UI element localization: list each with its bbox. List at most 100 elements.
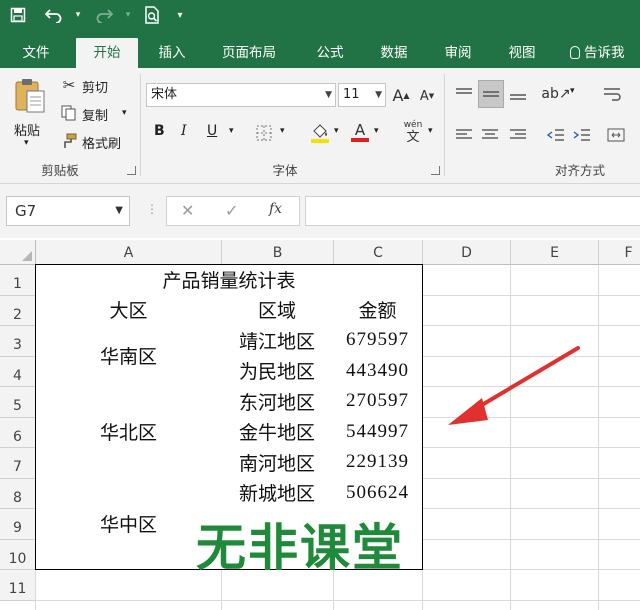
wrap-text-icon[interactable]: [600, 82, 624, 106]
fill-color-icon[interactable]: [310, 122, 330, 144]
cut-icon[interactable]: ✂: [60, 76, 78, 94]
tab-page-layout[interactable]: 页面布局: [208, 38, 290, 68]
column-header[interactable]: D: [423, 240, 511, 265]
font-color-icon[interactable]: A: [350, 120, 370, 144]
tab-review[interactable]: 审阅: [430, 38, 486, 68]
underline-button[interactable]: U: [207, 123, 217, 139]
orientation-icon[interactable]: ab↗: [541, 82, 570, 106]
tab-view[interactable]: 视图: [494, 38, 550, 68]
header-cell-area[interactable]: 区域: [221, 294, 334, 326]
row-header[interactable]: 1: [0, 265, 36, 296]
select-all-corner[interactable]: [0, 240, 36, 265]
undo-icon[interactable]: [42, 4, 66, 26]
column-header[interactable]: B: [222, 240, 334, 265]
area-cell[interactable]: 金牛地区: [221, 416, 334, 448]
row-header[interactable]: 11: [0, 570, 36, 601]
paste-icon[interactable]: [12, 76, 48, 116]
row-header[interactable]: 10: [0, 539, 36, 570]
amount-cell[interactable]: 270597: [333, 386, 423, 418]
row-header[interactable]: 2: [0, 295, 36, 326]
underline-dropdown-icon[interactable]: ▾: [229, 126, 234, 136]
formula-bar-grip[interactable]: ⋮: [146, 202, 158, 216]
align-bottom-icon[interactable]: [506, 82, 530, 106]
font-name-select[interactable]: 宋体 ▼: [146, 83, 336, 107]
save-icon[interactable]: [6, 4, 30, 26]
row-header[interactable]: 6: [0, 417, 36, 448]
align-top-icon[interactable]: [452, 82, 476, 106]
orientation-dropdown-icon[interactable]: ▾: [570, 86, 575, 96]
area-cell[interactable]: 靖江地区: [221, 325, 334, 357]
cut-button[interactable]: 剪切: [82, 77, 108, 96]
tab-formulas[interactable]: 公式: [302, 38, 358, 68]
tab-file[interactable]: 文件: [8, 38, 64, 68]
name-box[interactable]: G7 ▼: [6, 196, 130, 226]
amount-cell[interactable]: 229139: [333, 447, 423, 479]
column-header[interactable]: A: [36, 240, 222, 265]
amount-cell[interactable]: 506624: [333, 477, 423, 509]
header-cell-region[interactable]: 大区: [35, 294, 222, 326]
tab-insert[interactable]: 插入: [144, 38, 200, 68]
bold-button[interactable]: B: [154, 123, 165, 139]
amount-cell[interactable]: 443490: [333, 355, 423, 387]
alignment-group-label: 对齐方式: [554, 163, 605, 178]
cancel-icon[interactable]: ✕: [181, 201, 194, 220]
row-header[interactable]: 9: [0, 509, 36, 540]
copy-button[interactable]: 复制: [82, 105, 108, 124]
row-header[interactable]: 4: [0, 356, 36, 387]
font-launcher-icon[interactable]: [431, 166, 440, 175]
copy-dropdown-icon[interactable]: ▾: [122, 108, 127, 118]
clipboard-launcher-icon[interactable]: [127, 166, 136, 175]
phonetic-dropdown-icon[interactable]: ▾: [428, 126, 433, 136]
region-cell[interactable]: 华南区: [35, 325, 222, 387]
phonetic-guide-icon[interactable]: wén 文: [400, 118, 426, 148]
borders-dropdown-icon[interactable]: ▾: [280, 126, 285, 136]
column-header[interactable]: C: [334, 240, 423, 265]
font-color-dropdown-icon[interactable]: ▾: [374, 126, 379, 136]
header-cell-amount[interactable]: 金额: [333, 294, 423, 326]
grow-font-icon[interactable]: A ▲: [392, 84, 410, 106]
row-header[interactable]: 3: [0, 326, 36, 357]
copy-icon[interactable]: [60, 104, 78, 122]
increase-indent-icon[interactable]: [570, 124, 594, 146]
align-left-icon[interactable]: [452, 124, 476, 146]
print-preview-icon[interactable]: [140, 4, 164, 26]
column-header[interactable]: F: [599, 240, 640, 265]
borders-icon[interactable]: [255, 124, 273, 142]
enter-icon[interactable]: ✓: [225, 201, 238, 220]
table-title-cell[interactable]: 产品销量统计表: [35, 264, 423, 296]
redo-dropdown-icon[interactable]: ▾: [116, 4, 140, 26]
fill-color-dropdown-icon[interactable]: ▾: [334, 126, 339, 136]
align-right-icon[interactable]: [506, 124, 530, 146]
align-center-icon[interactable]: [478, 124, 502, 146]
row-header[interactable]: 5: [0, 387, 36, 418]
paste-dropdown-icon[interactable]: ▾: [24, 138, 29, 148]
amount-cell[interactable]: 679597: [333, 325, 423, 357]
shrink-font-icon[interactable]: A ▼: [418, 86, 436, 106]
undo-dropdown-icon[interactable]: ▾: [66, 4, 90, 26]
tell-me[interactable]: 告诉我: [570, 38, 640, 68]
font-size-select[interactable]: 11 ▼: [338, 83, 386, 107]
tab-data[interactable]: 数据: [366, 38, 422, 68]
format-painter-button[interactable]: 格式刷: [82, 133, 121, 152]
row-header[interactable]: 8: [0, 478, 36, 509]
decrease-indent-icon[interactable]: [544, 124, 568, 146]
column-header[interactable]: E: [511, 240, 599, 265]
customize-icon[interactable]: ▾: [168, 4, 192, 26]
region-cell[interactable]: 华北区: [35, 386, 222, 479]
paste-label[interactable]: 粘贴: [14, 120, 40, 139]
row-header[interactable]: 7: [0, 448, 36, 479]
region-cell[interactable]: 华中区: [35, 477, 222, 570]
area-cell[interactable]: 南河地区: [221, 447, 334, 479]
area-cell[interactable]: 东河地区: [221, 386, 334, 418]
merge-center-icon[interactable]: [604, 124, 628, 146]
format-painter-icon[interactable]: [60, 132, 78, 150]
italic-button[interactable]: I: [181, 123, 187, 139]
redo-icon[interactable]: [92, 4, 116, 26]
insert-function-icon[interactable]: fx: [269, 201, 282, 217]
formula-input[interactable]: [305, 196, 640, 226]
tab-home[interactable]: 开始: [76, 38, 138, 68]
area-cell[interactable]: 新城地区: [221, 477, 334, 509]
amount-cell[interactable]: 544997: [333, 416, 423, 448]
align-middle-icon[interactable]: [478, 80, 504, 108]
area-cell[interactable]: 为民地区: [221, 355, 334, 387]
